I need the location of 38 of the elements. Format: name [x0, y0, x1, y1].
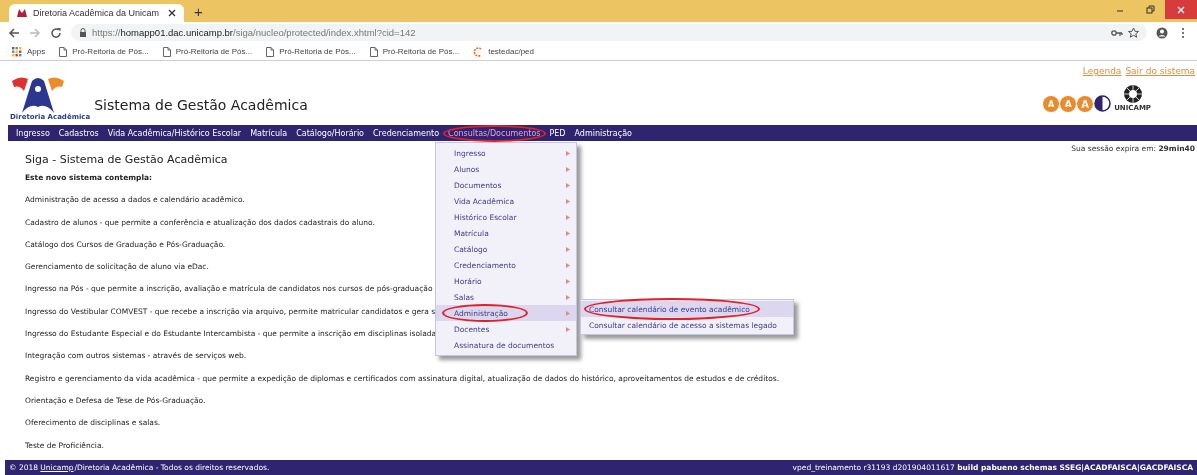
favicon-icon: [17, 9, 27, 17]
key-icon[interactable]: [1111, 28, 1123, 37]
new-tab-button[interactable]: +: [190, 4, 207, 20]
browser-tab[interactable]: Diretoria Acadêmica da Unicam: [9, 4, 184, 22]
bookmark[interactable]: Pró-Reitoria de Pós...: [59, 46, 149, 57]
menu-bar-item[interactable]: Ingresso: [16, 128, 50, 138]
apps-icon: [12, 46, 22, 57]
page-icon: [266, 46, 275, 57]
bookmark[interactable]: Pró-Reitoria de Pós...: [369, 46, 460, 57]
tab-title: Diretoria Acadêmica da Unicam: [33, 8, 161, 18]
site-icon: [473, 46, 484, 57]
bookmark[interactable]: Pró-Reitoria de Pós...: [162, 46, 253, 57]
bookmark[interactable]: Pró-Reitoria de Pós...: [266, 46, 356, 57]
address-field[interactable]: https://homapp01.dac.unicamp.br/siga/nucleo/protected/index.xhtml?cid=142: [71, 24, 1147, 41]
page-icon: [59, 46, 68, 57]
menu-bar-item[interactable]: Cadastros: [58, 128, 99, 138]
site-title: Sistema de Gestão Acadêmica: [94, 97, 308, 113]
menu-bar-item[interactable]: Matrícula: [250, 128, 288, 138]
lock-icon: [79, 28, 87, 37]
menu-bar-item[interactable]: Catálogo/Horário: [296, 128, 364, 138]
page-heading: Siga - Sistema de Gestão Acadêmica: [25, 153, 228, 166]
page-icon: [369, 46, 378, 57]
back-icon[interactable]: [8, 26, 20, 39]
menu-bar-item[interactable]: PED: [549, 128, 566, 138]
account-icon[interactable]: [1156, 26, 1168, 39]
reload-icon[interactable]: [50, 26, 62, 39]
close-icon[interactable]: [168, 9, 176, 17]
menu-bar-item[interactable]: Administração: [574, 128, 632, 138]
university-logo-drawing: [1121, 84, 1144, 104]
menu-bar-item[interactable]: Vida Acadêmica/Histórico Escolar: [107, 128, 242, 138]
star-icon[interactable]: [1128, 27, 1139, 38]
page-icon: [162, 46, 171, 57]
menu-bar-item[interactable]: Credenciamento: [373, 128, 440, 138]
close-icon: [1176, 4, 1186, 15]
restore-icon: [1145, 4, 1155, 15]
contrast-icon[interactable]: [1094, 95, 1112, 112]
bookmark[interactable]: Apps: [12, 46, 46, 57]
bookmark[interactable]: testedac/ped: [473, 46, 534, 57]
